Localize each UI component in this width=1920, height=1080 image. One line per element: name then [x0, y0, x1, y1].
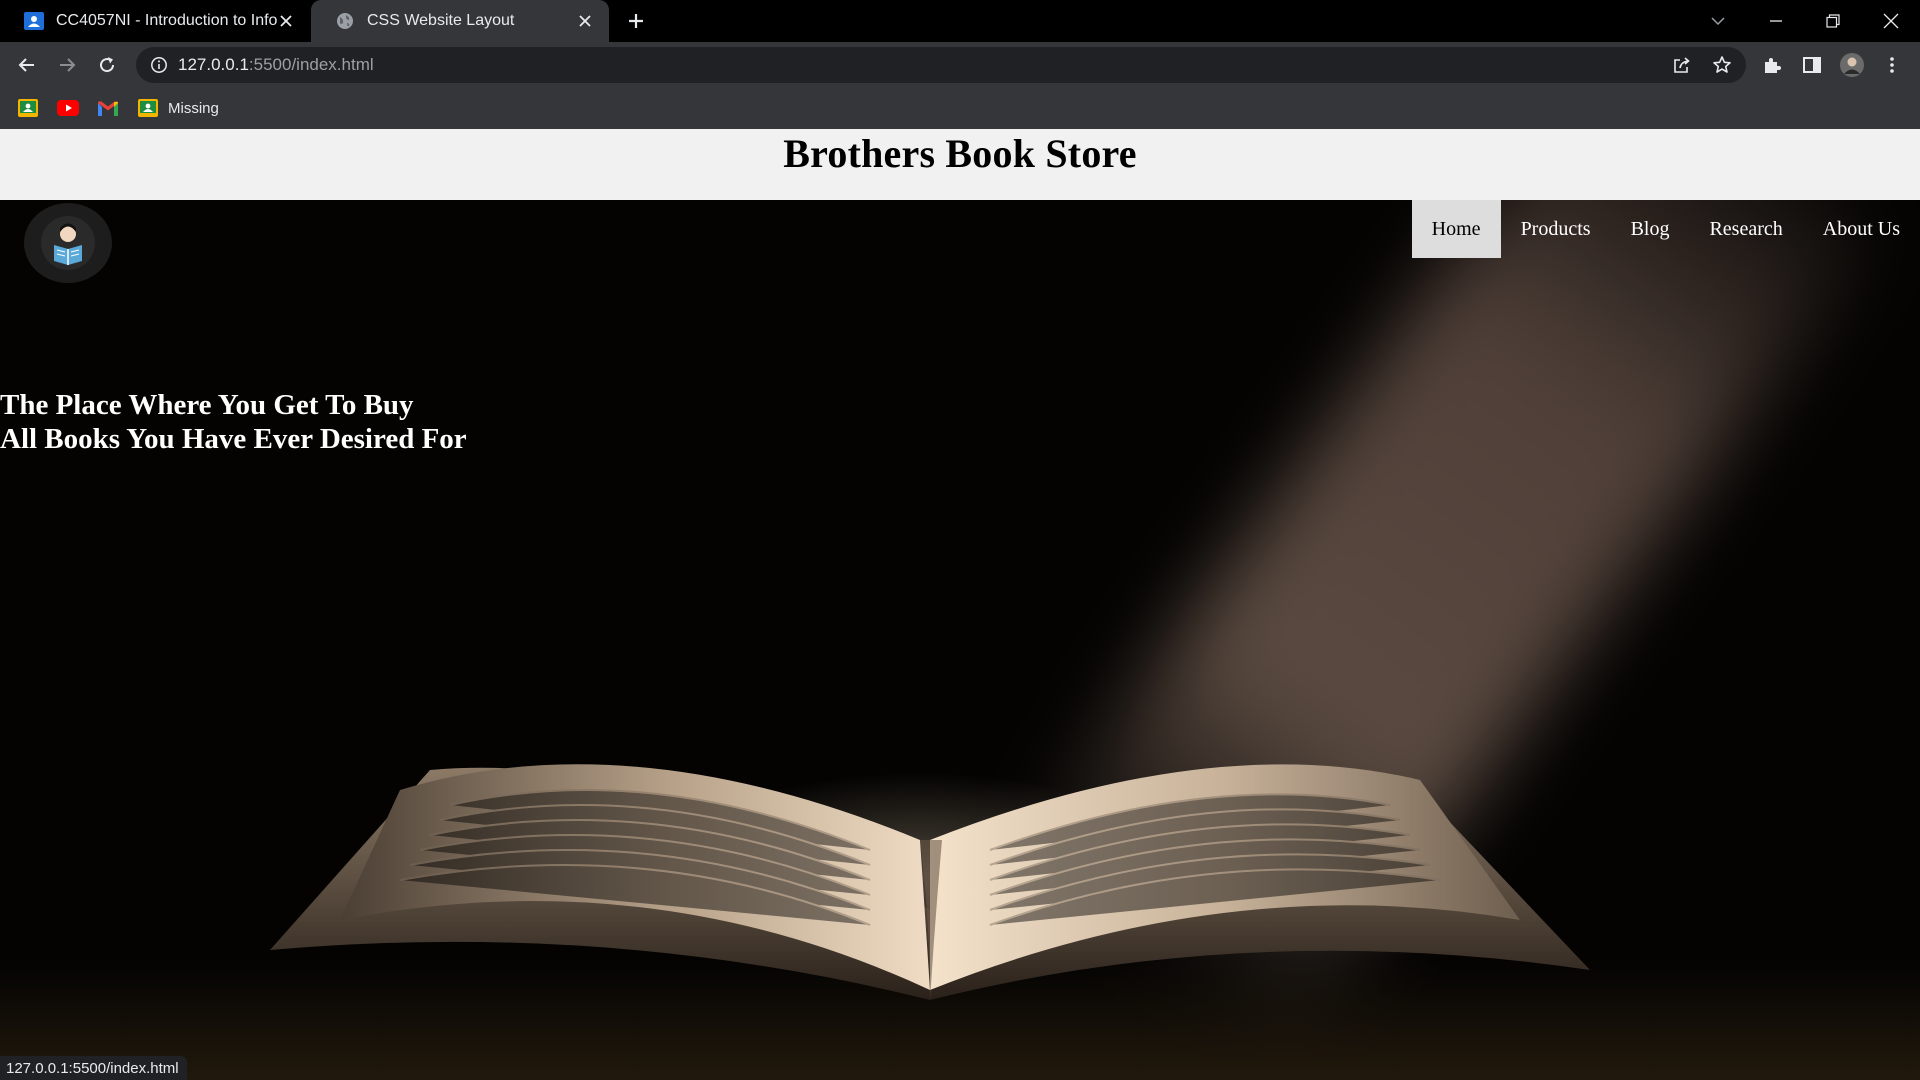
classroom-icon	[138, 99, 158, 117]
classroom-icon	[18, 99, 38, 117]
close-window-button[interactable]	[1876, 6, 1906, 36]
close-icon[interactable]	[276, 11, 296, 31]
tab-search-button[interactable]	[1703, 6, 1733, 36]
site-header: Brothers Book Store	[0, 129, 1920, 200]
tab-strip: CC4057NI - Introduction to Infor CSS Web…	[0, 0, 1920, 42]
star-icon	[1713, 56, 1731, 73]
status-url-bubble: 127.0.0.1:5500/index.html	[0, 1056, 187, 1080]
profile-button[interactable]	[1837, 50, 1867, 80]
share-icon	[1674, 57, 1690, 73]
more-vertical-icon	[1890, 57, 1894, 73]
nav-research[interactable]: Research	[1689, 200, 1802, 258]
bookmark-label: Missing	[168, 99, 219, 117]
tab-classroom[interactable]: CC4057NI - Introduction to Infor	[0, 0, 310, 42]
main-nav: Home Products Blog Research About Us	[1411, 200, 1920, 258]
nav-products[interactable]: Products	[1501, 200, 1611, 258]
side-panel-icon	[1803, 57, 1821, 73]
info-icon[interactable]	[150, 56, 168, 74]
bookmark-gmail[interactable]	[98, 98, 128, 118]
extensions-button[interactable]	[1757, 50, 1787, 80]
bookmark-missing[interactable]: Missing	[138, 98, 219, 118]
arrow-right-icon	[60, 58, 76, 72]
share-button[interactable]	[1670, 54, 1694, 76]
close-icon[interactable]	[575, 11, 595, 31]
tab-title: CSS Website Layout	[367, 12, 515, 29]
nav-about-us[interactable]: About Us	[1803, 200, 1920, 258]
arrow-left-icon	[18, 58, 34, 72]
restore-button[interactable]	[1818, 6, 1848, 36]
chevron-down-icon	[1711, 17, 1725, 26]
nav-blog[interactable]: Blog	[1611, 200, 1690, 258]
puzzle-icon	[1765, 58, 1781, 73]
web-page: Brothers Book Store Home Products Blog R…	[0, 129, 1920, 1080]
back-button[interactable]	[12, 50, 42, 80]
url-path: :5500/index.html	[248, 55, 374, 74]
open-book-image	[270, 764, 1590, 1000]
url-text[interactable]: 127.0.0.1:5500/index.html	[178, 55, 374, 75]
minimize-icon	[1770, 20, 1782, 22]
close-icon	[1883, 13, 1899, 29]
bookmark-classroom[interactable]	[18, 98, 48, 118]
globe-icon	[337, 13, 353, 29]
tab-css-website-layout[interactable]: CSS Website Layout	[311, 0, 609, 42]
reload-button[interactable]	[92, 50, 122, 80]
browser-toolbar: 127.0.0.1:5500/index.html	[0, 42, 1920, 88]
tab-title: CC4057NI - Introduction to Infor	[56, 12, 278, 29]
new-tab-button[interactable]	[624, 9, 648, 33]
store-logo[interactable]	[24, 203, 112, 283]
avatar	[1840, 53, 1864, 77]
address-bar[interactable]: 127.0.0.1:5500/index.html	[136, 47, 1746, 83]
reader-logo-icon	[41, 216, 95, 270]
hero-section: Home Products Blog Research About Us The…	[0, 200, 1920, 1080]
site-title: Brothers Book Store	[783, 131, 1137, 176]
menu-button[interactable]	[1877, 50, 1907, 80]
reload-icon	[100, 57, 115, 73]
gmail-icon	[98, 100, 118, 116]
restore-icon	[1826, 14, 1840, 28]
hero-tagline: The Place Where You Get To Buy All Books…	[0, 388, 467, 456]
forward-button[interactable]	[52, 50, 82, 80]
tagline-line-2: All Books You Have Ever Desired For	[0, 423, 467, 455]
classroom-icon	[24, 12, 44, 30]
url-host: 127.0.0.1	[178, 55, 249, 74]
nav-home[interactable]: Home	[1411, 200, 1501, 258]
tagline-line-1: The Place Where You Get To Buy	[0, 389, 414, 421]
bookmarks-bar: Missing	[0, 88, 1920, 129]
side-panel-button[interactable]	[1797, 50, 1827, 80]
bookmark-youtube[interactable]	[57, 98, 89, 118]
minimize-button[interactable]	[1761, 6, 1791, 36]
bookmark-button[interactable]	[1710, 54, 1734, 76]
youtube-icon	[57, 100, 79, 116]
plus-icon	[629, 14, 643, 28]
